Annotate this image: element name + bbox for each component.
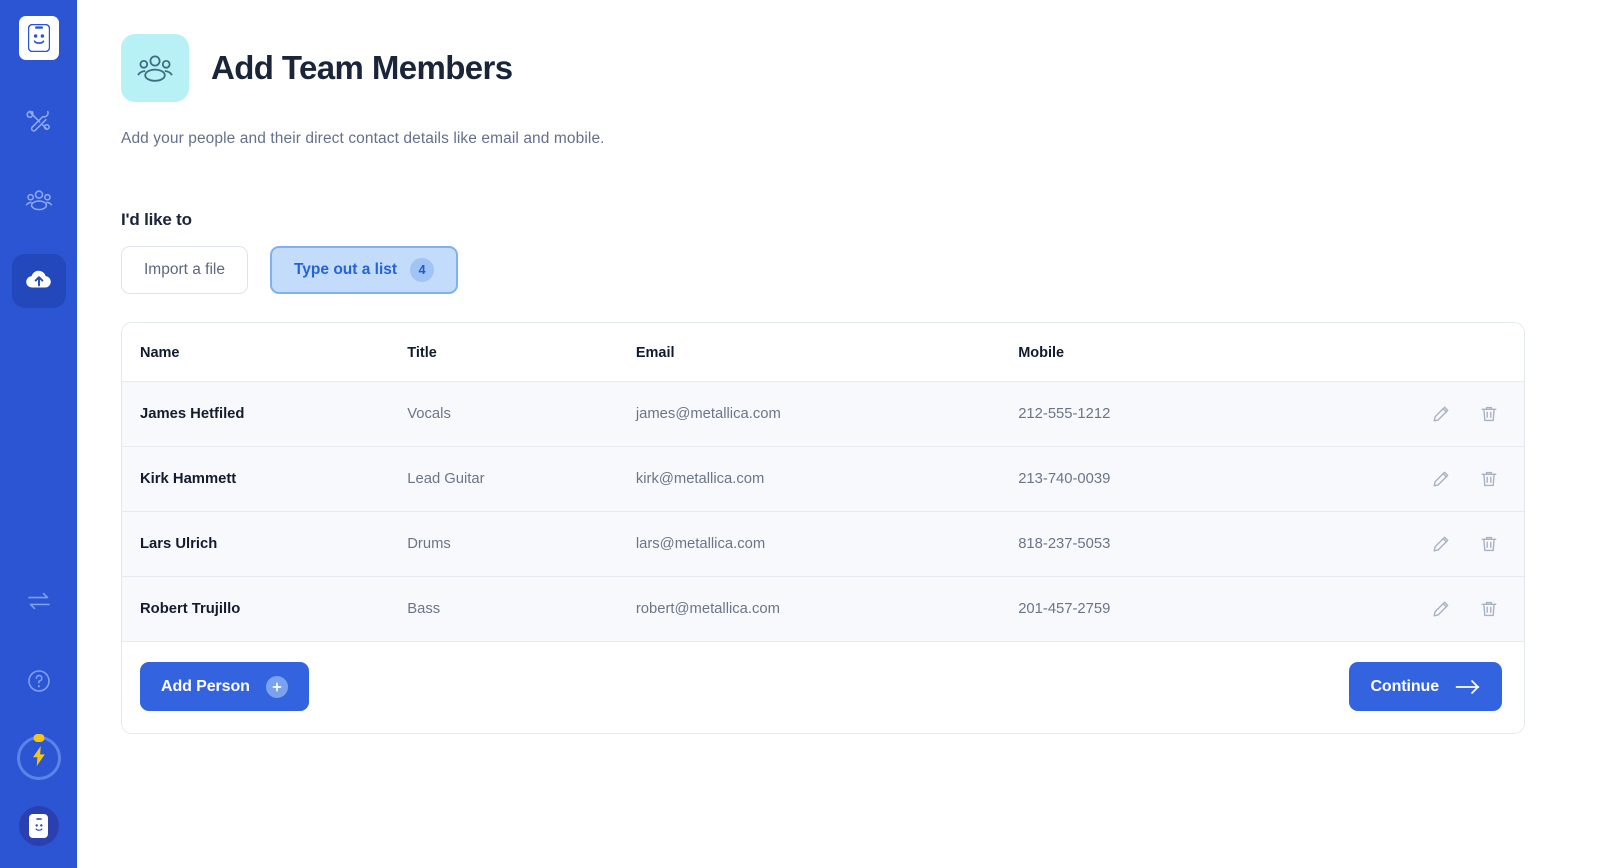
cell-mobile: 213-740-0039 [1018, 447, 1321, 512]
table-row: Kirk Hammett Lead Guitar kirk@metallica.… [122, 447, 1524, 512]
pencil-icon[interactable] [1430, 533, 1452, 555]
page-header: Add Team Members [121, 34, 1524, 102]
page-subtitle: Add your people and their direct contact… [121, 130, 1524, 148]
table-body: James Hetfiled Vocals james@metallica.co… [122, 382, 1524, 642]
column-header-name: Name [122, 323, 407, 382]
app-root: Add Team Members Add your people and the… [0, 0, 1600, 868]
question-circle-icon [26, 668, 52, 699]
cell-title: Drums [407, 512, 636, 577]
table-header-row: Name Title Email Mobile [122, 323, 1524, 382]
table-row: Robert Trujillo Bass robert@metallica.co… [122, 577, 1524, 642]
cell-actions [1322, 447, 1524, 512]
table-row: Lars Ulrich Drums lars@metallica.com 818… [122, 512, 1524, 577]
cell-email: james@metallica.com [636, 382, 1018, 447]
options-chip-row: Import a file Type out a list 4 [121, 246, 1524, 294]
card-footer: Add Person Continue [122, 642, 1524, 733]
user-avatar-icon [29, 814, 48, 838]
tools-icon [26, 108, 52, 139]
table-header: Name Title Email Mobile [122, 323, 1524, 382]
sidebar-item-account[interactable] [19, 806, 59, 846]
cell-name: Robert Trujillo [122, 577, 407, 642]
pencil-icon[interactable] [1430, 403, 1452, 425]
cell-mobile: 818-237-5053 [1018, 512, 1321, 577]
sidebar-item-tools[interactable] [12, 96, 66, 150]
team-members-card: Name Title Email Mobile James Hetfiled V… [121, 322, 1525, 734]
table-row: James Hetfiled Vocals james@metallica.co… [122, 382, 1524, 447]
option-label: Import a file [144, 261, 225, 279]
pencil-icon[interactable] [1430, 598, 1452, 620]
option-type-out-a-list[interactable]: Type out a list 4 [270, 246, 458, 294]
cell-mobile: 201-457-2759 [1018, 577, 1321, 642]
cell-name: James Hetfiled [122, 382, 407, 447]
cell-email: lars@metallica.com [636, 512, 1018, 577]
plus-circle-icon [266, 676, 288, 698]
options-label: I'd like to [121, 210, 1524, 230]
option-count-badge: 4 [410, 258, 434, 282]
cell-title: Lead Guitar [407, 447, 636, 512]
trash-icon[interactable] [1478, 403, 1500, 425]
cell-title: Vocals [407, 382, 636, 447]
sidebar-item-people[interactable] [12, 175, 66, 229]
brand-logo-icon[interactable] [19, 16, 59, 60]
cell-title: Bass [407, 577, 636, 642]
continue-label: Continue [1370, 678, 1439, 696]
sidebar-item-power[interactable] [17, 736, 61, 780]
cloud-upload-icon [25, 267, 53, 296]
pencil-icon[interactable] [1430, 468, 1452, 490]
sidebar-bottom-group [12, 576, 66, 868]
cell-email: robert@metallica.com [636, 577, 1018, 642]
cell-actions [1322, 512, 1524, 577]
team-members-table: Name Title Email Mobile James Hetfiled V… [122, 323, 1524, 642]
option-import-a-file[interactable]: Import a file [121, 246, 248, 294]
cell-actions [1322, 577, 1524, 642]
arrow-right-icon [1455, 679, 1481, 695]
trash-icon[interactable] [1478, 598, 1500, 620]
transfer-arrows-icon [26, 590, 52, 617]
column-header-email: Email [636, 323, 1018, 382]
add-person-label: Add Person [161, 678, 250, 696]
cell-mobile: 212-555-1212 [1018, 382, 1321, 447]
option-label: Type out a list [294, 261, 397, 279]
people-icon [25, 188, 53, 217]
add-person-button[interactable]: Add Person [140, 662, 309, 711]
cell-email: kirk@metallica.com [636, 447, 1018, 512]
cell-actions [1322, 382, 1524, 447]
sidebar-item-transfer[interactable] [12, 576, 66, 630]
continue-button[interactable]: Continue [1349, 662, 1502, 711]
sidebar [0, 0, 77, 868]
trash-icon[interactable] [1478, 533, 1500, 555]
column-header-actions [1322, 323, 1524, 382]
trash-icon[interactable] [1478, 468, 1500, 490]
notification-dot [33, 734, 44, 742]
main-content: Add Team Members Add your people and the… [77, 0, 1600, 868]
cell-name: Lars Ulrich [122, 512, 407, 577]
team-group-icon [121, 34, 189, 102]
lightning-bolt-icon [30, 745, 48, 772]
cell-name: Kirk Hammett [122, 447, 407, 512]
column-header-title: Title [407, 323, 636, 382]
sidebar-item-upload[interactable] [12, 254, 66, 308]
sidebar-item-help[interactable] [12, 656, 66, 710]
page-title: Add Team Members [211, 49, 513, 87]
column-header-mobile: Mobile [1018, 323, 1321, 382]
